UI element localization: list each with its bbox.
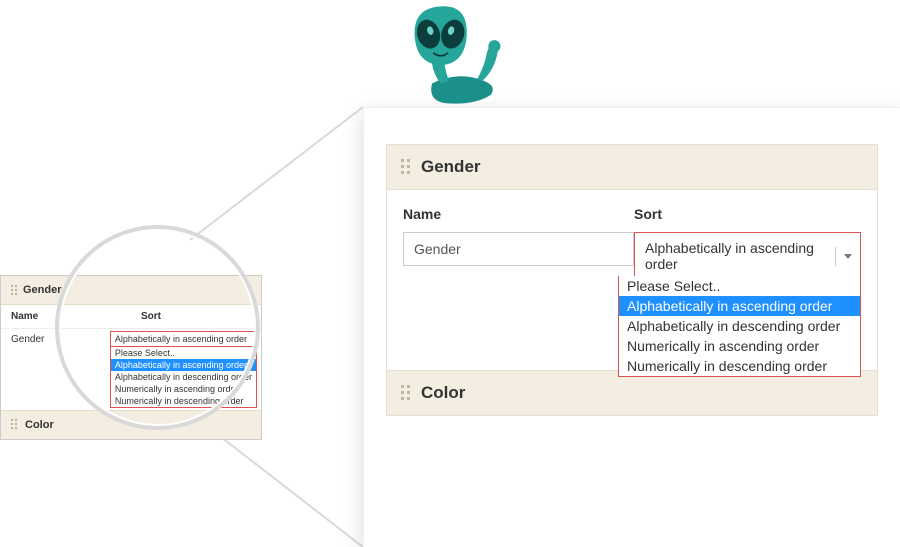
source-name-value: Gender <box>1 329 106 410</box>
source-sort-select[interactable]: Alphabetically in ascending order <box>110 331 257 347</box>
source-row: Gender Alphabetically in ascending order… <box>1 329 261 410</box>
section-gender-header[interactable]: Gender <box>387 145 877 190</box>
source-sort-option[interactable]: Please Select.. <box>111 347 256 359</box>
source-col-name: Name <box>1 305 131 328</box>
sort-option[interactable]: Alphabetically in ascending order <box>619 296 860 316</box>
attribute-panel: Gender Name Sort Alphabetically in ascen… <box>386 144 878 416</box>
source-section-color-title: Color <box>25 419 54 431</box>
source-col-sort: Sort <box>131 305 261 328</box>
source-sort-option[interactable]: Numerically in ascending order <box>111 383 256 395</box>
sort-label: Sort <box>634 206 861 222</box>
source-panel: Gender Name Sort Gender Alphabetically i… <box>0 275 262 440</box>
sort-select[interactable]: Alphabetically in ascending order <box>634 232 861 280</box>
source-sort-option[interactable]: Alphabetically in descending order <box>111 371 256 383</box>
drag-handle-icon[interactable] <box>401 385 411 401</box>
sort-option[interactable]: Please Select.. <box>619 276 860 296</box>
drag-handle-icon[interactable] <box>401 159 411 175</box>
section-gender-title: Gender <box>421 157 481 177</box>
name-label: Name <box>403 206 630 222</box>
source-column-headers: Name Sort <box>1 305 261 329</box>
source-section-gender-title: Gender <box>23 284 62 296</box>
sort-selected-value: Alphabetically in ascending order <box>645 240 827 272</box>
source-sort-selected: Alphabetically in ascending order <box>115 334 247 344</box>
sort-option[interactable]: Numerically in ascending order <box>619 336 860 356</box>
alien-mascot-icon <box>380 0 510 115</box>
zoom-card: Gender Name Sort Alphabetically in ascen… <box>363 107 900 547</box>
sort-option[interactable]: Numerically in descending order <box>619 356 860 376</box>
source-section-color-header[interactable]: Color <box>1 410 261 439</box>
sort-dropdown[interactable]: Please Select.. Alphabetically in ascend… <box>618 276 861 377</box>
stage: { "sections": { "gender": { "title": "Ge… <box>0 0 900 547</box>
source-sort-options[interactable]: Please Select.. Alphabetically in ascend… <box>110 347 257 408</box>
source-sort-option[interactable]: Numerically in descending order <box>111 395 256 407</box>
chevron-down-icon <box>835 247 860 266</box>
source-section-gender-header[interactable]: Gender <box>1 276 261 305</box>
name-input[interactable] <box>403 232 634 266</box>
sort-option[interactable]: Alphabetically in descending order <box>619 316 860 336</box>
source-sort-option[interactable]: Alphabetically in ascending order <box>111 359 256 371</box>
drag-handle-icon <box>11 285 17 295</box>
drag-handle-icon <box>11 419 19 431</box>
section-color-title: Color <box>421 383 465 403</box>
